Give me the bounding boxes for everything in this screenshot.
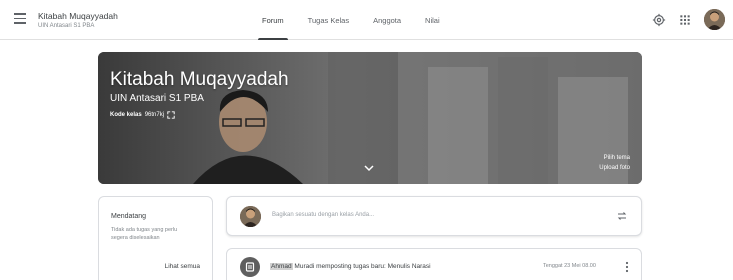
tab-tugas-kelas[interactable]: Tugas Kelas [296, 0, 361, 40]
banner-subtitle: UIN Antasari S1 PBA [110, 93, 204, 104]
tab-anggota[interactable]: Anggota [361, 0, 413, 40]
class-banner: Kitabah Muqayyadah UIN Antasari S1 PBA K… [98, 52, 642, 184]
share-box[interactable]: Bagikan sesuatu dengan kelas Anda... [226, 196, 642, 236]
chevron-down-icon[interactable] [364, 164, 374, 172]
share-placeholder[interactable]: Bagikan sesuatu dengan kelas Anda... [272, 212, 374, 218]
class-code-label: Kode kelas [110, 112, 142, 118]
class-code: Kode kelas 96tn7kj [110, 111, 175, 119]
post-author: Ahmad [270, 263, 293, 270]
more-vert-icon[interactable] [625, 261, 629, 273]
share-avatar [240, 206, 261, 227]
post-message: Muradi memposting tugas baru: Menulis Na… [292, 263, 431, 270]
class-subtitle: UIN Antasari S1 PBA [38, 23, 95, 29]
upcoming-card: Mendatang Tidak ada tugas yang perlu seg… [98, 196, 213, 280]
upcoming-empty-text: Tidak ada tugas yang perlu segera disele… [111, 227, 178, 241]
post-text[interactable]: Ahmad Muradi memposting tugas baru: Menu… [270, 263, 431, 270]
view-all-link[interactable]: Lihat semua [165, 263, 200, 270]
post-date: Tenggat 23 Mei 08.00 [543, 263, 596, 269]
user-avatar[interactable] [704, 9, 725, 30]
class-code-value: 96tn7kj [144, 112, 165, 118]
apps-grid-icon[interactable] [678, 13, 692, 27]
class-title[interactable]: Kitabah Muqayyadah [38, 11, 118, 21]
top-app-bar: Kitabah Muqayyadah UIN Antasari S1 PBA F… [0, 0, 733, 40]
gear-icon[interactable] [652, 13, 666, 27]
tab-nilai[interactable]: Nilai [413, 0, 452, 40]
assignment-icon [240, 257, 260, 277]
tab-bar: Forum Tugas Kelas Anggota Nilai [250, 0, 452, 40]
stream-post[interactable]: Ahmad Muradi memposting tugas baru: Menu… [226, 248, 642, 280]
fullscreen-icon[interactable] [167, 111, 175, 119]
select-theme-link[interactable]: Pilih tema [604, 155, 630, 161]
banner-title: Kitabah Muqayyadah [110, 69, 289, 90]
upload-photo-link[interactable]: Upload foto [599, 165, 630, 171]
tab-forum[interactable]: Forum [250, 0, 296, 40]
upcoming-title: Mendatang [111, 213, 147, 220]
menu-icon[interactable] [14, 13, 26, 25]
repost-icon[interactable] [616, 210, 628, 222]
